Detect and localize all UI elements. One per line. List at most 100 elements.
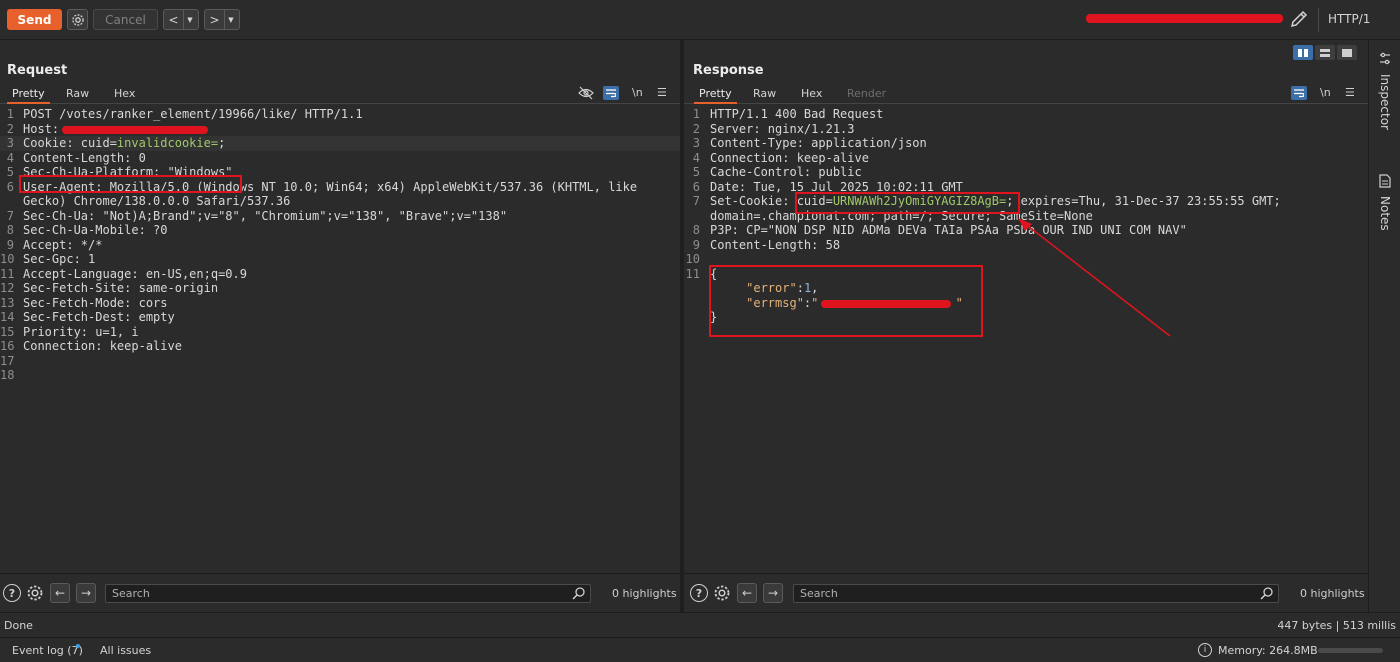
- response-panel: Response Pretty Raw Hex Render \n ☰ 1 HTT…: [684, 40, 1368, 612]
- menu-icon[interactable]: ☰: [657, 86, 667, 99]
- code-line[interactable]: 13 Sec-Fetch-Mode: cors: [0, 296, 680, 311]
- layout-side-by-side-icon[interactable]: [1293, 45, 1313, 60]
- line-number: 10: [685, 252, 700, 266]
- all-issues-link[interactable]: All issues: [100, 644, 151, 657]
- code-line[interactable]: 7 Sec-Ch-Ua: "Not)A;Brand";v="8", "Chromi…: [0, 209, 680, 224]
- back-arrow-icon[interactable]: <: [164, 10, 184, 29]
- line-number: 11: [685, 266, 700, 281]
- line-number: 4: [692, 150, 700, 165]
- target-url-redaction[interactable]: [1086, 14, 1283, 23]
- line-text: Priority: u=1, i: [23, 324, 139, 339]
- line-text: Server: nginx/1.21.3: [710, 121, 855, 136]
- http-version-toggle[interactable]: HTTP/1: [1328, 12, 1370, 26]
- line-text: Sec-Fetch-Mode: cors: [23, 295, 168, 310]
- line-text: Cache-Control: public: [710, 165, 862, 179]
- edit-target-pencil-icon[interactable]: [1289, 9, 1309, 29]
- settings-gear-icon[interactable]: [67, 9, 88, 30]
- layout-tabs-icon[interactable]: [1337, 45, 1357, 60]
- code-line[interactable]: 5 Cache-Control: public: [684, 165, 1368, 180]
- response-tab-raw[interactable]: Raw: [753, 87, 776, 100]
- line-number: 9: [692, 237, 700, 252]
- search-next-arrow-icon[interactable]: →: [76, 583, 96, 603]
- notes-document-icon: [1379, 174, 1391, 188]
- request-tab-pretty[interactable]: Pretty: [7, 87, 50, 104]
- response-status-bar: Done 447 bytes | 513 millis: [0, 612, 1400, 637]
- search-settings-gear-icon[interactable]: [26, 584, 44, 602]
- forward-dropdown-icon[interactable]: ▼: [225, 16, 237, 24]
- code-line[interactable]: 12 Sec-Fetch-Site: same-origin: [0, 281, 680, 296]
- line-number: 5: [692, 165, 700, 179]
- line-number: 17: [0, 353, 15, 368]
- response-tab-pretty[interactable]: Pretty: [694, 87, 737, 104]
- code-line[interactable]: 7 Set-Cookie: cuid=URNWAWh2JyOmiGYAGIZ8Ag…: [684, 194, 1368, 209]
- newline-toggle-icon[interactable]: \n: [1320, 86, 1331, 99]
- search-next-arrow-icon[interactable]: →: [763, 583, 783, 603]
- code-line[interactable]: 11 Accept-Language: en-US,en;q=0.9: [0, 267, 680, 282]
- event-log-link[interactable]: Event log (7): [12, 644, 83, 657]
- search-icon[interactable]: [572, 586, 586, 600]
- hide-eye-icon[interactable]: [578, 86, 594, 100]
- code-line[interactable]: 2 Server: nginx/1.21.3: [684, 122, 1368, 137]
- code-line[interactable]: 4 Connection: keep-alive: [684, 151, 1368, 166]
- line-number: 3: [692, 136, 700, 150]
- code-line[interactable]: 15 Priority: u=1, i: [0, 325, 680, 340]
- forward-arrow-icon[interactable]: >: [205, 10, 225, 29]
- request-tab-raw[interactable]: Raw: [66, 87, 89, 100]
- code-line[interactable]: Gecko) Chrome/138.0.0.0 Safari/537.36: [0, 194, 680, 209]
- back-button-group[interactable]: < ▼: [163, 9, 199, 30]
- line-number: 10: [0, 252, 15, 266]
- line-text: Cookie: cuid=invalidcookie=;: [23, 136, 226, 150]
- wrap-lines-icon[interactable]: [1291, 86, 1307, 100]
- forward-button-group[interactable]: > ▼: [204, 9, 240, 30]
- help-icon[interactable]: ?: [690, 584, 708, 602]
- search-placeholder: Search: [800, 587, 838, 600]
- request-tab-hex[interactable]: Hex: [114, 87, 135, 100]
- response-editor[interactable]: 1 HTTP/1.1 400 Bad Request 2 Server: nginx/…: [684, 107, 1368, 573]
- back-dropdown-icon[interactable]: ▼: [184, 16, 196, 24]
- code-line[interactable]: 9 Accept: */*: [0, 238, 680, 253]
- main-toolbar: Send Cancel < ▼ > ▼ HTTP/1: [0, 0, 1400, 40]
- search-prev-arrow-icon[interactable]: ←: [737, 583, 757, 603]
- code-line[interactable]: 3 Content-Type: application/json: [684, 136, 1368, 151]
- code-line[interactable]: 18: [0, 368, 680, 383]
- code-line[interactable]: 6 Date: Tue, 15 Jul 2025 10:02:11 GMT: [684, 180, 1368, 195]
- code-line[interactable]: 8 Sec-Ch-Ua-Mobile: ?0: [0, 223, 680, 238]
- code-line[interactable]: 17: [0, 354, 680, 369]
- memory-usage-bar: [1318, 648, 1383, 653]
- send-button[interactable]: Send: [7, 9, 62, 30]
- line-number: 2: [692, 121, 700, 136]
- code-line[interactable]: 10 Sec-Gpc: 1: [0, 252, 680, 267]
- wrap-lines-icon[interactable]: [603, 86, 619, 100]
- request-tabs: Pretty Raw Hex \n ☰: [0, 83, 680, 104]
- search-settings-gear-icon[interactable]: [713, 584, 731, 602]
- menu-icon[interactable]: ☰: [1345, 86, 1355, 99]
- request-search-input[interactable]: Search: [105, 584, 591, 603]
- help-icon[interactable]: ?: [3, 584, 21, 602]
- line-text: Accept: */*: [23, 237, 103, 252]
- line-number: 9: [6, 237, 14, 252]
- inspector-label: Inspector: [1378, 74, 1392, 130]
- newline-toggle-icon[interactable]: \n: [632, 86, 643, 99]
- request-panel: Request Pretty Raw Hex \n ☰ 1 POST /votes…: [0, 40, 680, 612]
- response-tab-render[interactable]: Render: [847, 87, 886, 100]
- memory-info-icon[interactable]: i: [1198, 643, 1212, 657]
- inspector-tab[interactable]: Inspector: [1369, 52, 1400, 130]
- response-search-input[interactable]: Search: [793, 584, 1279, 603]
- search-prev-arrow-icon[interactable]: ←: [50, 583, 70, 603]
- notes-tab[interactable]: Notes: [1369, 174, 1400, 231]
- response-title: Response: [693, 63, 764, 78]
- code-line[interactable]: 1 POST /votes/ranker_element/19966/like/ …: [0, 107, 680, 122]
- code-line[interactable]: 16 Connection: keep-alive: [0, 339, 680, 354]
- layout-stacked-icon[interactable]: [1315, 45, 1335, 60]
- line-number: 2: [6, 121, 14, 136]
- right-sidebar: Inspector Notes: [1368, 40, 1400, 612]
- code-line[interactable]: 3 Cookie: cuid=invalidcookie=;: [0, 136, 680, 151]
- code-line[interactable]: 1 HTTP/1.1 400 Bad Request: [684, 107, 1368, 122]
- code-line[interactable]: 14 Sec-Fetch-Dest: empty: [0, 310, 680, 325]
- search-icon[interactable]: [1260, 586, 1274, 600]
- code-line[interactable]: 4 Content-Length: 0: [0, 151, 680, 166]
- response-tab-hex[interactable]: Hex: [801, 87, 822, 100]
- request-status-text: Done: [4, 619, 33, 632]
- line-text: Sec-Ch-Ua: "Not)A;Brand";v="8", "Chromiu…: [23, 208, 508, 223]
- cancel-button[interactable]: Cancel: [93, 9, 158, 30]
